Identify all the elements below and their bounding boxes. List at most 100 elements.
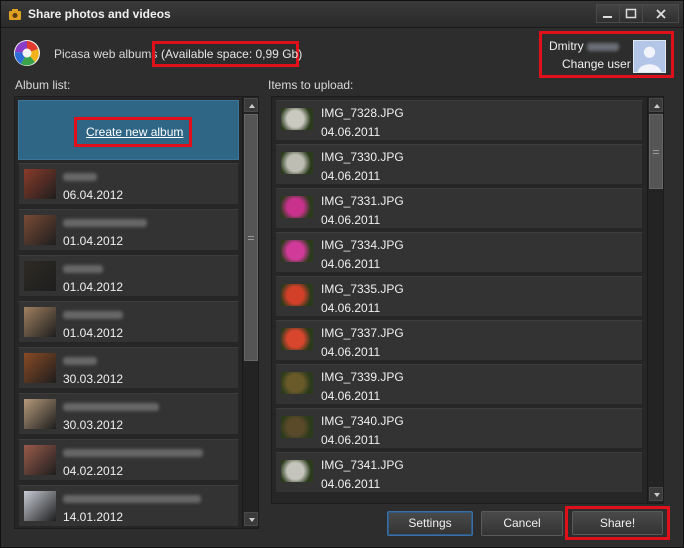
file-name: IMG_7339.JPG [321, 370, 404, 384]
upload-list-item[interactable]: IMG_7330.JPG 04.06.2011 [275, 144, 643, 185]
album-list-label: Album list: [15, 78, 71, 92]
user-name: Dmitry [549, 39, 619, 53]
user-panel: Dmitry Change user [539, 31, 674, 78]
create-album-highlight: Create new album [74, 117, 192, 147]
file-name: IMG_7337.JPG [321, 326, 404, 340]
close-button[interactable] [642, 4, 679, 23]
album-thumbnail [24, 307, 56, 337]
file-date: 04.06.2011 [321, 301, 381, 315]
album-name-blurred [63, 449, 203, 457]
album-name-blurred [63, 265, 103, 273]
album-list-item[interactable]: 01.04.2012 [18, 301, 239, 343]
album-list-item[interactable]: 06.04.2012 [18, 163, 239, 205]
photo-thumbnail [281, 328, 313, 350]
album-list-scrollbar[interactable] [242, 97, 258, 528]
album-list[interactable]: Create new album 06.04.2012 01.04.2012 01.… [14, 96, 259, 529]
close-icon [656, 9, 666, 19]
upload-list-item[interactable]: IMG_7339.JPG 04.06.2011 [275, 364, 643, 405]
minimize-icon [603, 16, 612, 18]
file-date: 04.06.2011 [321, 477, 381, 491]
service-name: Picasa web albums [54, 47, 158, 61]
change-user-link[interactable]: Change user [562, 57, 631, 71]
album-date: 30.03.2012 [63, 418, 124, 432]
scroll-thumb[interactable] [649, 114, 663, 189]
album-thumbnail [24, 491, 56, 521]
upload-list[interactable]: IMG_7328.JPG 04.06.2011 IMG_7330.JPG 04.06.… [271, 96, 664, 504]
scroll-thumb[interactable] [244, 114, 258, 361]
album-list-item[interactable]: 01.04.2012 [18, 255, 239, 297]
window-title: Share photos and videos [28, 7, 171, 21]
upload-list-item[interactable]: IMG_7341.JPG 04.06.2011 [275, 452, 643, 493]
camera-app-icon [9, 9, 21, 20]
file-name: IMG_7334.JPG [321, 238, 404, 252]
title-bar[interactable]: Share photos and videos [1, 1, 683, 28]
share-button[interactable]: Share! [572, 511, 663, 535]
create-album-tile[interactable]: Create new album [18, 100, 239, 160]
file-name: IMG_7335.JPG [321, 282, 404, 296]
upload-list-item[interactable]: IMG_7335.JPG 04.06.2011 [275, 276, 643, 317]
photo-thumbnail [281, 284, 313, 306]
album-date: 01.04.2012 [63, 326, 124, 340]
photo-thumbnail [281, 152, 313, 174]
photo-thumbnail [281, 240, 313, 262]
album-list-item[interactable]: 30.03.2012 [18, 393, 239, 435]
items-to-upload-label: Items to upload: [268, 78, 354, 92]
photo-thumbnail [281, 416, 313, 438]
create-new-album-link[interactable]: Create new album [86, 125, 183, 139]
minimize-button[interactable] [596, 4, 620, 23]
share-dialog-window: Share photos and videos Picasa web album… [0, 0, 684, 548]
file-date: 04.06.2011 [321, 169, 381, 183]
file-date: 04.06.2011 [321, 345, 381, 359]
album-name-blurred [63, 495, 201, 503]
file-name: IMG_7328.JPG [321, 106, 404, 120]
album-name-blurred [63, 357, 97, 365]
upload-list-item[interactable]: IMG_7340.JPG 04.06.2011 [275, 408, 643, 449]
share-button-highlight: Share! [565, 506, 670, 540]
available-space-highlight: (Available space: 0,99 Gb) [152, 41, 303, 67]
album-date: 14.01.2012 [63, 510, 124, 524]
album-list-item[interactable]: 14.01.2012 [18, 485, 239, 527]
file-name: IMG_7341.JPG [321, 458, 404, 472]
album-thumbnail [24, 445, 56, 475]
user-surname-blurred [586, 42, 619, 51]
file-date: 04.06.2011 [321, 125, 381, 139]
file-name: IMG_7331.JPG [321, 194, 404, 208]
cancel-button[interactable]: Cancel [481, 511, 563, 536]
album-date: 01.04.2012 [63, 280, 124, 294]
scroll-up-button[interactable] [649, 98, 663, 112]
scroll-down-button[interactable] [649, 487, 663, 501]
maximize-button[interactable] [619, 4, 643, 23]
file-date: 04.06.2011 [321, 389, 381, 403]
album-name-blurred [63, 311, 123, 319]
photo-thumbnail [281, 372, 313, 394]
scroll-down-button[interactable] [244, 512, 258, 526]
album-thumbnail [24, 261, 56, 291]
scroll-up-icon [249, 104, 255, 108]
album-thumbnail [24, 399, 56, 429]
photo-thumbnail [281, 108, 313, 130]
file-name: IMG_7330.JPG [321, 150, 404, 164]
album-thumbnail [24, 353, 56, 383]
upload-list-item[interactable]: IMG_7328.JPG 04.06.2011 [275, 100, 643, 141]
upload-list-item[interactable]: IMG_7337.JPG 04.06.2011 [275, 320, 643, 361]
album-name-blurred [63, 403, 159, 411]
available-space: (Available space: 0,99 Gb) [161, 47, 303, 61]
settings-button[interactable]: Settings [387, 511, 473, 536]
album-list-item[interactable]: 04.02.2012 [18, 439, 239, 481]
album-name-blurred [63, 173, 97, 181]
file-date: 04.06.2011 [321, 433, 381, 447]
maximize-icon [625, 8, 637, 19]
album-list-item[interactable]: 01.04.2012 [18, 209, 239, 251]
user-avatar-icon[interactable] [633, 40, 666, 73]
album-thumbnail [24, 215, 56, 245]
file-name: IMG_7340.JPG [321, 414, 404, 428]
album-date: 06.04.2012 [63, 188, 124, 202]
scroll-up-icon [654, 104, 660, 108]
album-name-blurred [63, 219, 147, 227]
album-date: 04.02.2012 [63, 464, 124, 478]
upload-list-item[interactable]: IMG_7334.JPG 04.06.2011 [275, 232, 643, 273]
upload-list-scrollbar[interactable] [647, 97, 663, 503]
scroll-up-button[interactable] [244, 98, 258, 112]
album-list-item[interactable]: 30.03.2012 [18, 347, 239, 389]
upload-list-item[interactable]: IMG_7331.JPG 04.06.2011 [275, 188, 643, 229]
